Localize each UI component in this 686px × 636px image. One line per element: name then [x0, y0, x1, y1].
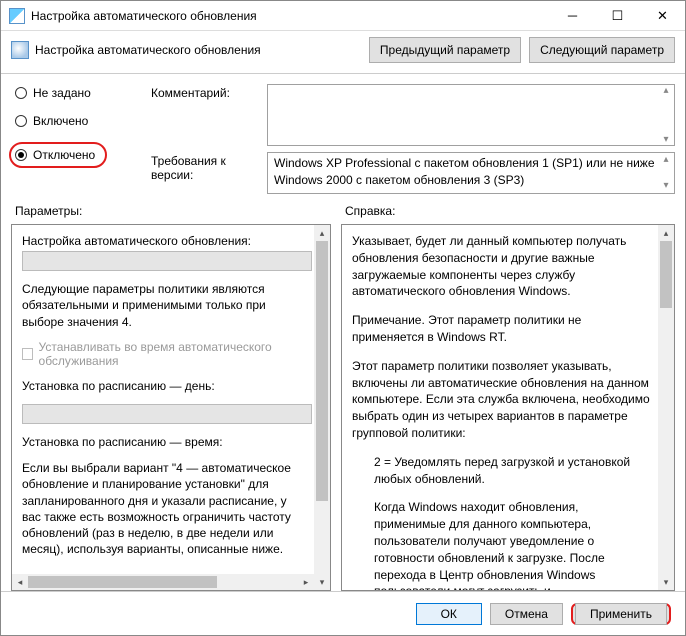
window-title: Настройка автоматического обновления	[31, 9, 550, 23]
scrollbar-vertical[interactable]: ▴ ▾	[314, 225, 330, 590]
help-panel: Указывает, будет ли данный компьютер пол…	[341, 224, 675, 591]
scrollbar-vertical[interactable]: ▴▾	[658, 153, 674, 193]
comment-label: Комментарий:	[151, 84, 261, 100]
radio-label: Отключено	[33, 148, 95, 162]
schedule-day-label: Установка по расписанию — день:	[22, 378, 308, 394]
highlight-disabled: Отключено	[9, 142, 107, 168]
comment-textarea[interactable]: ▴▾	[267, 84, 675, 146]
mid-labels: Параметры: Справка:	[1, 200, 685, 220]
checkbox-label: Устанавливать во время автоматического о…	[39, 340, 308, 368]
radio-label: Не задано	[33, 86, 91, 100]
header-title: Настройка автоматического обновления	[35, 43, 361, 57]
policy-editor-window: Настройка автоматического обновления ─ ☐…	[0, 0, 686, 636]
help-label: Справка:	[345, 204, 671, 218]
radio-icon	[15, 87, 27, 99]
params-section-title: Настройка автоматического обновления:	[22, 233, 308, 249]
radio-not-configured[interactable]: Не задано	[15, 86, 145, 100]
titlebar: Настройка автоматического обновления ─ ☐…	[1, 1, 685, 31]
radio-icon-selected	[15, 149, 27, 161]
parameters-label: Параметры:	[15, 204, 345, 218]
minimize-button[interactable]: ─	[550, 1, 595, 31]
help-p1: Указывает, будет ли данный компьютер пол…	[352, 233, 652, 300]
schedule-time-label: Установка по расписанию — время:	[22, 434, 308, 450]
radio-disabled[interactable]: Отключено	[15, 148, 95, 162]
next-setting-button[interactable]: Следующий параметр	[529, 37, 675, 63]
radio-enabled[interactable]: Включено	[15, 114, 145, 128]
highlight-apply: Применить	[571, 603, 671, 625]
requirements-box: Windows XP Professional с пакетом обновл…	[267, 152, 675, 194]
top-grid: Не задано Включено Отключено Комментарий…	[1, 74, 685, 200]
update-mode-combo[interactable]	[22, 251, 312, 271]
params-note-2: Если вы выбрали вариант "4 — автоматичес…	[22, 460, 308, 557]
radio-label: Включено	[33, 114, 88, 128]
scrollbar-horizontal[interactable]: ◂ ▸	[12, 574, 314, 590]
policy-icon	[11, 41, 29, 59]
help-p5: Когда Windows находит обновления, примен…	[352, 499, 652, 590]
prev-setting-button[interactable]: Предыдущий параметр	[369, 37, 521, 63]
button-bar: ОК Отмена Применить	[1, 591, 685, 635]
params-note-1: Следующие параметры политики являются об…	[22, 281, 308, 330]
help-p2: Примечание. Этот параметр политики не пр…	[352, 312, 652, 346]
ok-button[interactable]: ОК	[416, 603, 482, 625]
parameters-panel: Настройка автоматического обновления: Сл…	[11, 224, 331, 591]
panels: Настройка автоматического обновления: Сл…	[1, 220, 685, 591]
schedule-day-combo[interactable]	[22, 404, 312, 424]
maximize-button[interactable]: ☐	[595, 1, 640, 31]
help-p4: 2 = Уведомлять перед загрузкой и установ…	[352, 454, 652, 488]
radio-icon	[15, 115, 27, 127]
app-icon	[9, 8, 25, 24]
cancel-button[interactable]: Отмена	[490, 603, 563, 625]
close-button[interactable]: ✕	[640, 1, 685, 31]
apply-button[interactable]: Применить	[575, 603, 667, 625]
state-radios: Не задано Включено Отключено	[15, 84, 145, 168]
scrollbar-vertical[interactable]: ▴▾	[658, 85, 674, 145]
help-p3: Этот параметр политики позволяет указыва…	[352, 358, 652, 442]
checkbox-icon	[22, 348, 33, 360]
scrollbar-vertical[interactable]: ▴ ▾	[658, 225, 674, 590]
requirements-label: Требования к версии:	[151, 152, 261, 182]
header: Настройка автоматического обновления Пре…	[1, 31, 685, 74]
requirements-text: Windows XP Professional с пакетом обновл…	[274, 156, 655, 187]
maintenance-checkbox[interactable]: Устанавливать во время автоматического о…	[22, 340, 308, 368]
